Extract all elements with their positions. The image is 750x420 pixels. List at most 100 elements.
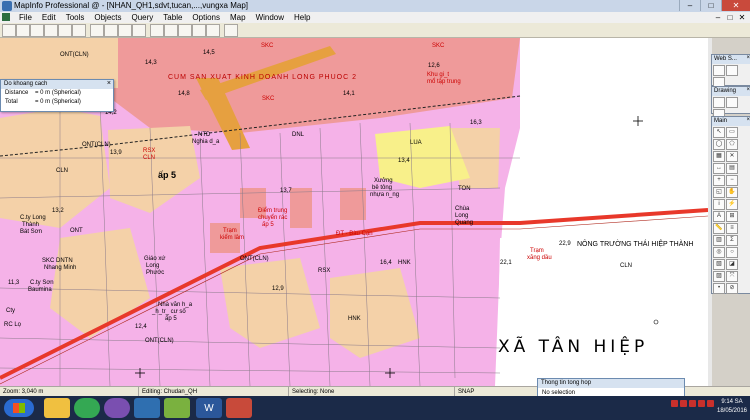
layer-control-icon[interactable]: ≡ [726,223,738,234]
new-grapher-icon[interactable] [178,24,192,37]
new-browser-icon[interactable] [150,24,164,37]
tray-icon-5[interactable] [707,400,714,407]
menu-map[interactable]: Map [225,12,251,23]
close-button[interactable]: ✕ [721,0,750,11]
main-panel-close-icon[interactable]: × [746,117,750,123]
save-icon[interactable] [44,24,58,37]
elev-16-3: 16,3 [470,120,482,126]
marquee-select-icon[interactable]: ▭ [726,127,738,138]
grabber-icon[interactable]: ✋ [726,187,738,198]
web-panel-close-icon[interactable]: × [746,55,750,61]
mdi-minimize-button[interactable]: – [712,12,724,23]
save-workspace-icon[interactable] [58,24,72,37]
word-icon[interactable]: W [196,398,222,418]
menu-objects[interactable]: Objects [89,12,126,23]
open-table-icon[interactable] [16,24,30,37]
legend-icon[interactable]: ▥ [713,235,725,246]
set-target-icon[interactable]: ◎ [713,247,725,258]
add-node-icon[interactable]: • [713,283,725,294]
hotlink-icon[interactable]: ⚡ [726,199,738,210]
chrome-icon[interactable] [74,398,100,418]
code-hnk-1: HNK [398,260,411,266]
cut-icon[interactable] [90,24,104,37]
split-icon[interactable]: ⊘ [726,283,738,294]
code-ntd: NTD [198,132,211,138]
drag-window-icon[interactable]: ⊞ [726,211,738,222]
zoom-out-icon[interactable]: − [726,175,738,186]
file-explorer-icon[interactable] [44,398,70,418]
mdi-restore-button[interactable]: □ [724,12,736,23]
start-button[interactable] [4,399,34,417]
statistics-icon[interactable]: Σ [726,235,738,246]
open-workspace-icon[interactable] [30,24,44,37]
select-arrow-icon[interactable]: ↖ [713,127,725,138]
clip-region-icon[interactable]: ◪ [726,259,738,270]
culture-house-label-3: ấp 5 [165,316,177,322]
boundary-select-icon[interactable]: ▦ [713,151,725,162]
unselect-icon[interactable]: ✕ [726,151,738,162]
wms-icon[interactable] [713,65,725,76]
menu-window[interactable]: Window [251,12,289,23]
mdi-controls: – □ ✕ [712,12,748,23]
mdi-close-button[interactable]: ✕ [736,12,748,23]
new-table-icon[interactable] [2,24,16,37]
menu-query[interactable]: Query [127,12,159,23]
invert-select-icon[interactable]: ↔ [713,163,725,174]
code-skc-1: SKC [261,43,274,49]
info-tool-icon[interactable]: i [713,199,725,210]
factory-label: Xưởng [374,178,393,184]
skype-icon[interactable] [134,398,160,418]
reshape-icon[interactable]: ⤧ [726,271,738,282]
menu-options[interactable]: Options [187,12,225,23]
undo-icon[interactable] [132,24,146,37]
line-tool-icon[interactable] [726,97,738,108]
graph-select-icon[interactable]: ▤ [726,163,738,174]
copy-icon[interactable] [104,24,118,37]
dialog-close-icon[interactable]: × [107,80,111,87]
minimize-button[interactable]: – [679,0,700,11]
tray-icon-1[interactable] [671,400,678,407]
tray-icon-3[interactable] [689,400,696,407]
polygon-select-icon[interactable]: ⬠ [726,139,738,150]
factory-label-3: nhựa n_ng [370,192,400,198]
show-layer-icon[interactable]: ▧ [713,259,725,270]
paste-icon[interactable] [118,24,132,37]
menu-edit[interactable]: Edit [37,12,61,23]
zoom-in-icon[interactable]: + [713,175,725,186]
maximize-button[interactable]: □ [700,0,721,11]
menu-tools[interactable]: Tools [61,12,90,23]
company-label-3: C.ty Sơn [30,280,54,286]
wfs-icon[interactable] [726,65,738,76]
pdf-icon[interactable] [226,398,252,418]
map-window-icon[interactable] [2,13,10,21]
elev-12-9: 12,9 [272,286,284,292]
menu-help[interactable]: Help [289,12,315,23]
print-icon[interactable] [72,24,86,37]
new-layout-icon[interactable] [192,24,206,37]
elev-12-6: 12,6 [428,63,440,69]
symbol-tool-icon[interactable] [713,97,725,108]
clear-target-icon[interactable]: ○ [726,247,738,258]
drawing-panel-close-icon[interactable]: × [746,87,750,93]
pagoda-label-2: Long [455,213,469,219]
tray-icon-4[interactable] [698,400,705,407]
change-view-icon[interactable]: ◱ [713,187,725,198]
menu-file[interactable]: File [14,12,37,23]
help-icon[interactable] [224,24,238,37]
menu-table[interactable]: Table [158,12,187,23]
code-dnl: DNL [292,132,305,138]
hamlet-ap-5: ấp 5 [158,170,177,180]
ruler-icon[interactable]: 📏 [713,223,725,234]
taskbar-clock[interactable]: 9:14 SA 18/05/2016 [716,398,748,416]
label-tool-icon[interactable]: A [713,211,725,222]
mapinfo-taskbar-icon[interactable] [164,398,190,418]
redistrict-icon[interactable] [206,24,220,37]
cosmetic-icon[interactable]: ▨ [713,271,725,282]
code-ont: ONT [70,228,83,234]
radius-select-icon[interactable]: ◯ [713,139,725,150]
new-mapper-icon[interactable] [164,24,178,37]
code-ont-cln-2: ONT(CLN) [240,256,269,262]
tray-icon-2[interactable] [680,400,687,407]
elev-13-4: 13,4 [398,158,410,164]
viber-icon[interactable] [104,398,130,418]
